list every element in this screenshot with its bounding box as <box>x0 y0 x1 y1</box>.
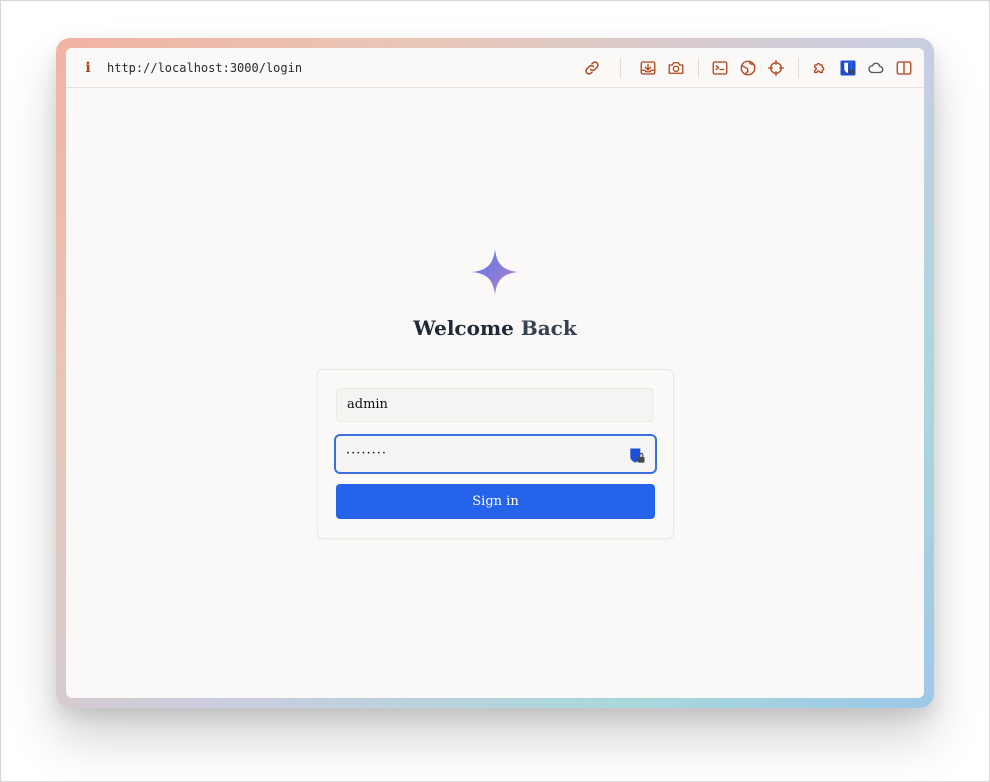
download-icon[interactable] <box>639 59 657 77</box>
crosshair-icon[interactable] <box>767 59 785 77</box>
password-manager-icon[interactable] <box>839 59 857 77</box>
sparkle-logo-icon <box>471 248 519 296</box>
info-icon[interactable]: i <box>82 60 94 76</box>
url-bar[interactable]: http://localhost:3000/login <box>107 60 302 76</box>
browser-window: i http://localhost:3000/login Welcome Ba… <box>66 48 924 698</box>
link-icon[interactable] <box>583 59 601 77</box>
page-title-first: Welcome <box>413 316 514 340</box>
camera-icon[interactable] <box>667 59 685 77</box>
page-content: Welcome Back admin ········ Sign in <box>66 88 924 698</box>
toolbar-separator <box>698 58 699 78</box>
terminal-icon[interactable] <box>711 59 729 77</box>
puzzle-icon[interactable] <box>811 59 829 77</box>
cloud-icon[interactable] <box>867 59 885 77</box>
split-view-icon[interactable] <box>895 59 913 77</box>
browser-toolbar: i http://localhost:3000/login <box>66 48 924 88</box>
username-input[interactable]: admin <box>336 388 654 422</box>
password-mask: ········ <box>346 446 388 461</box>
sign-in-button[interactable]: Sign in <box>336 484 655 519</box>
page-title: Welcome Back <box>66 316 924 340</box>
toolbar-separator <box>620 58 621 78</box>
password-input[interactable]: ········ <box>334 434 657 474</box>
toolbar-separator <box>798 58 799 78</box>
globe-icon[interactable] <box>739 59 757 77</box>
password-manager-field-icon[interactable] <box>627 445 647 465</box>
login-card: admin ········ Sign in <box>317 369 674 539</box>
page-title-second: Back <box>520 316 577 340</box>
